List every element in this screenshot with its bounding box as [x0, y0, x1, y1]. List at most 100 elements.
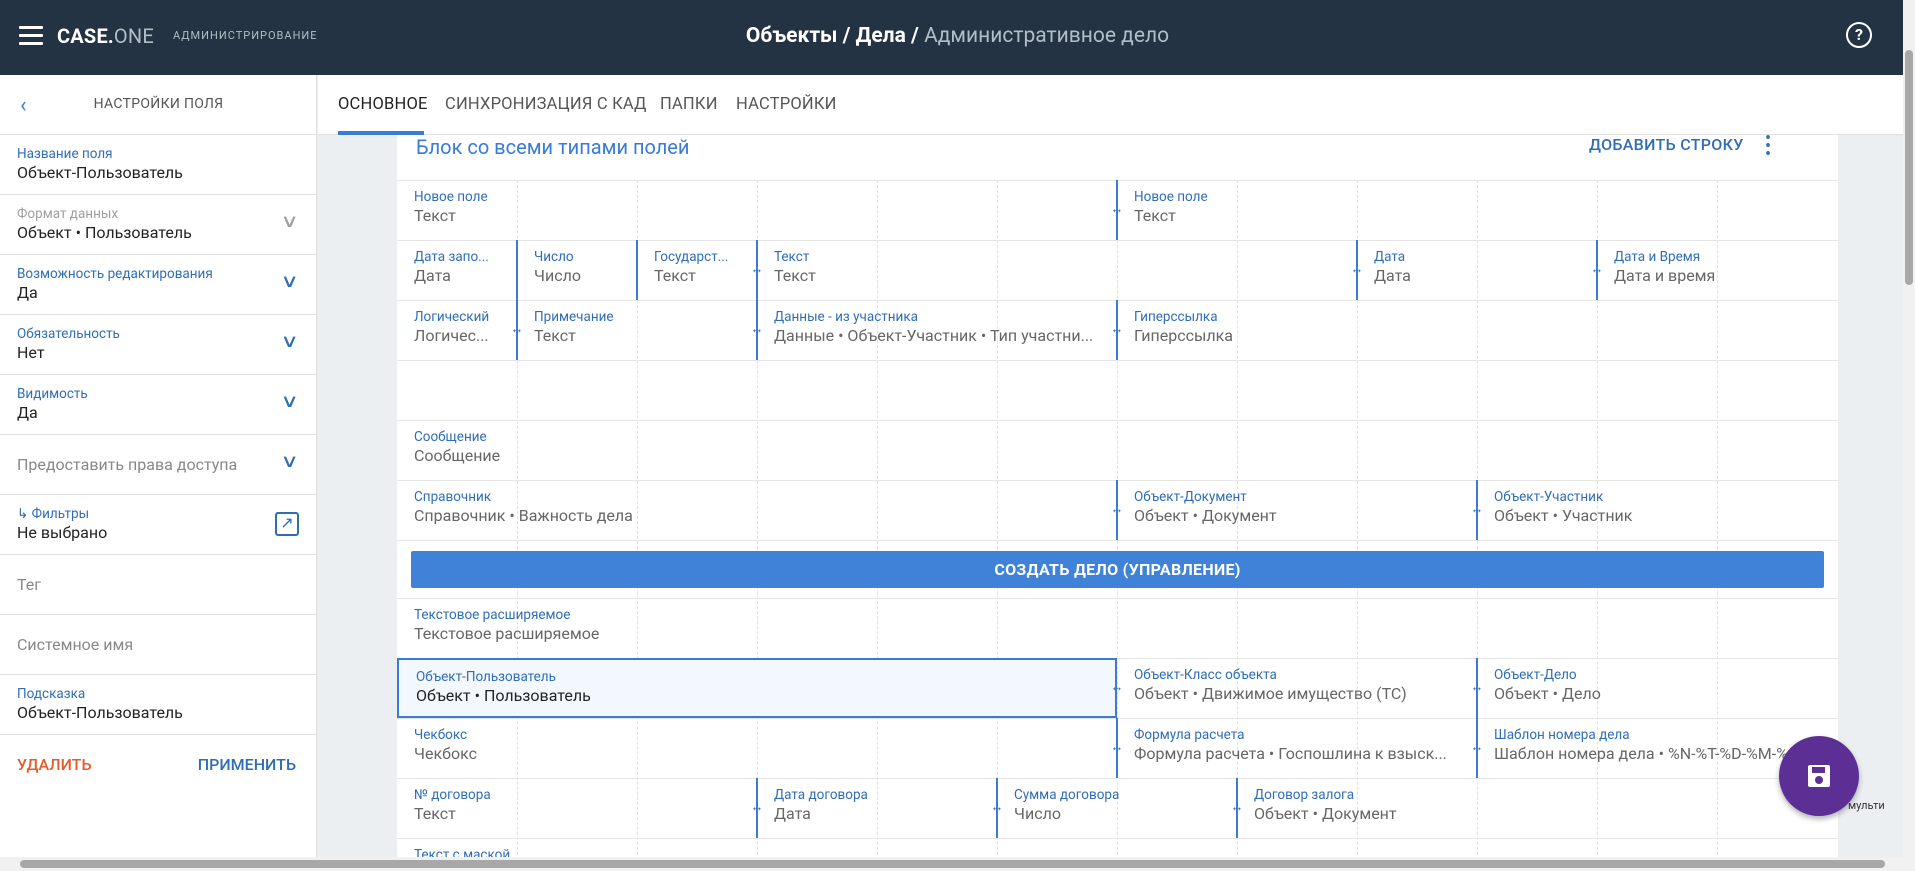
field-label: Государст... [654, 249, 729, 265]
required-label: Обязательность [17, 326, 120, 342]
filters-field[interactable]: ↳ Фильтры Не выбрано ↗ [0, 495, 316, 555]
field-cell[interactable]: Гиперссылка Гиперссылка [1117, 300, 1838, 360]
field-cell[interactable]: Дата договора Дата [757, 778, 997, 838]
app-header: CASE.ONE АДМИНИСТРИРОВАНИЕ Объекты / Дел… [0, 0, 1915, 75]
field-value: Объект • Участник [1494, 506, 1633, 525]
field-value: Шаблон номера дела • %N-%T-%D-%M-% [1494, 744, 1788, 763]
editable-select[interactable]: Возможность редактирования Да ∨ [0, 255, 316, 315]
field-label: Договор залога [1254, 787, 1355, 803]
field-value: Текст [1134, 206, 1176, 225]
field-cell[interactable]: Сумма договора Число [997, 778, 1237, 838]
create-case-button[interactable]: СОЗДАТЬ ДЕЛО (УПРАВЛЕНИЕ) [411, 551, 1824, 588]
field-label: Объект-Пользователь [416, 669, 556, 685]
access-rights-select[interactable]: Предоставить права доступа ∨ [0, 435, 316, 495]
field-value: Формула расчета • Госпошлина к взыск... [1134, 744, 1447, 763]
selected-field-cell[interactable]: Объект-Пользователь Объект • Пользовател… [397, 658, 1117, 718]
field-value: Объект • Документ [1134, 506, 1277, 525]
add-row-button[interactable]: ДОБАВИТЬ СТРОКУ [1589, 135, 1744, 154]
visibility-select[interactable]: Видимость Да ∨ [0, 375, 316, 435]
field-cell[interactable]: Чекбокс Чекбокс [397, 718, 1117, 778]
field-name-value: Объект-Пользователь [17, 163, 183, 182]
field-value: Данные • Объект-Участник • Тип участни..… [774, 326, 1094, 345]
field-value: Сообщение [414, 446, 501, 465]
system-name-placeholder: Системное имя [17, 635, 134, 654]
field-value: Число [534, 266, 581, 285]
hint-input[interactable]: Подсказка Объект-Пользователь [0, 675, 316, 735]
horizontal-scroll-thumb[interactable] [20, 860, 1885, 868]
field-cell[interactable]: Государст... Текст [637, 240, 757, 300]
field-value: Дата [1374, 266, 1411, 285]
field-cell[interactable]: Договор залога Объект • Документ [1237, 778, 1838, 838]
required-value: Нет [17, 343, 45, 362]
panel-header: ‹ НАСТРОЙКИ ПОЛЯ [0, 75, 316, 135]
help-icon[interactable]: ? [1846, 22, 1872, 48]
chevron-down-icon: ∨ [280, 211, 299, 232]
field-label: Объект-Дело [1494, 667, 1577, 683]
fab-hint: мульти [1848, 799, 1885, 812]
field-cell[interactable]: Текстовое расширяемое Текстовое расширяе… [397, 598, 1838, 658]
more-vert-icon[interactable]: • • • [1765, 135, 1771, 164]
data-format-value: Объект • Пользователь [17, 223, 192, 242]
field-label: Данные - из участника [774, 309, 918, 325]
field-cell[interactable]: № договора Текст [397, 778, 757, 838]
field-value: Справочник • Важность дела [414, 506, 633, 525]
apply-button[interactable]: ПРИМЕНИТЬ [198, 755, 296, 774]
tag-input[interactable]: Тег [0, 555, 316, 615]
field-value: Текст [534, 326, 576, 345]
field-cell[interactable]: Объект-Дело Объект • Дело [1477, 658, 1838, 718]
field-cell[interactable]: Справочник Справочник • Важность дела [397, 480, 1117, 540]
field-label: Сообщение [414, 429, 487, 445]
chevron-down-icon: ∨ [280, 451, 299, 472]
field-label: Объект-Участник [1494, 489, 1604, 505]
field-label: Гиперссылка [1134, 309, 1218, 325]
field-cell[interactable]: Данные - из участника Данные • Объект-Уч… [757, 300, 1117, 360]
breadcrumb: Объекты / Дела / Административное дело [0, 24, 1915, 48]
field-cell[interactable]: Логический Логичес... [397, 300, 517, 360]
field-label: Формула расчета [1134, 727, 1245, 743]
field-label: Справочник [414, 489, 492, 505]
field-value: Число [1014, 804, 1061, 823]
chevron-down-icon: ∨ [280, 391, 299, 412]
field-label: Текст с маской [414, 847, 511, 857]
field-cell[interactable]: Объект-Участник Объект • Участник [1477, 480, 1838, 540]
save-button[interactable] [1779, 736, 1859, 816]
hint-value: Объект-Пользователь [17, 703, 183, 722]
field-cell[interactable]: Примечание Текст [517, 300, 757, 360]
editable-value: Да [17, 283, 38, 302]
field-value: Логичес... [414, 326, 489, 345]
field-cell[interactable]: Новое поле Текст [1117, 180, 1838, 240]
field-value: Дата [414, 266, 451, 285]
field-cell[interactable]: Число Число [517, 240, 637, 300]
field-label: Дата и Время [1614, 249, 1701, 265]
chevron-down-icon: ∨ [280, 271, 299, 292]
field-cell[interactable]: Объект-Класс объекта Объект • Движимое и… [1117, 658, 1477, 718]
field-value: Гиперссылка [1134, 326, 1234, 345]
field-cell[interactable]: Сообщение Сообщение [397, 420, 1838, 480]
open-external-icon[interactable]: ↗ [275, 512, 299, 536]
vertical-scroll-thumb[interactable] [1905, 50, 1913, 285]
field-cell[interactable]: Дата запо... Дата [397, 240, 517, 300]
field-cell[interactable]: Объект-Документ Объект • Документ [1117, 480, 1477, 540]
field-value: Текст [414, 206, 456, 225]
breadcrumb-current: Административное дело [924, 24, 1170, 48]
tab-settings[interactable]: НАСТРОЙКИ [736, 95, 837, 114]
save-icon [1808, 765, 1830, 787]
tab-folders[interactable]: ПАПКИ [660, 95, 718, 114]
breadcrumb-objects[interactable]: Объекты [746, 24, 838, 48]
field-cell[interactable]: Формула расчета Формула расчета • Госпош… [1117, 718, 1477, 778]
field-value: Текст [414, 804, 456, 823]
tab-main[interactable]: ОСНОВНОЕ [338, 95, 428, 114]
tab-kad-sync[interactable]: СИНХРОНИЗАЦИЯ С КАД [445, 95, 647, 114]
field-cell[interactable]: Новое поле Текст [397, 180, 1117, 240]
field-name-input[interactable]: Название поля Объект-Пользователь [0, 135, 316, 195]
system-name-input[interactable]: Системное имя [0, 615, 316, 675]
data-format-select[interactable]: Формат данных Объект • Пользователь ∨ [0, 195, 316, 255]
field-cell[interactable]: Текст с маской [397, 838, 1117, 857]
field-cell[interactable]: Дата и Время Дата и время [1597, 240, 1838, 300]
data-format-label: Формат данных [17, 206, 119, 222]
field-cell[interactable]: Дата Дата [1357, 240, 1597, 300]
field-cell[interactable]: Текст Текст [757, 240, 1357, 300]
breadcrumb-cases[interactable]: Дела [856, 24, 906, 48]
required-select[interactable]: Обязательность Нет ∨ [0, 315, 316, 375]
delete-button[interactable]: УДАЛИТЬ [17, 755, 92, 774]
